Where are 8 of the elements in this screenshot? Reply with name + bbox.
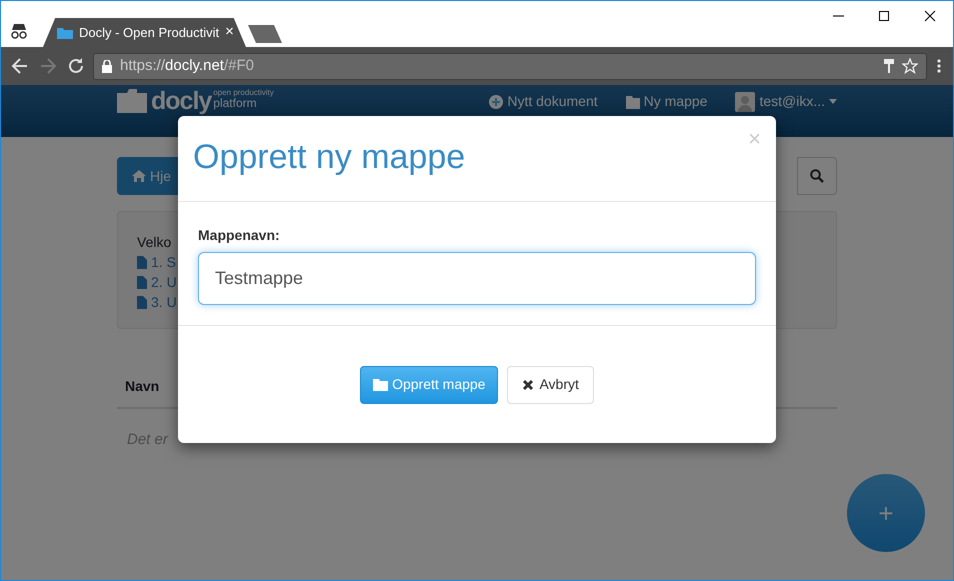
url-text: https://docly.net/#F0: [120, 56, 254, 76]
tagline: open productivity: [213, 89, 274, 97]
tagline: platform: [213, 97, 257, 109]
logo-text: docly: [151, 89, 212, 114]
field-label: Mappenavn:: [198, 226, 280, 245]
column-header: Navn: [125, 378, 160, 394]
welcome-text: Velko: [137, 233, 172, 252]
modal-title: Opprett ny mappe: [193, 137, 466, 178]
